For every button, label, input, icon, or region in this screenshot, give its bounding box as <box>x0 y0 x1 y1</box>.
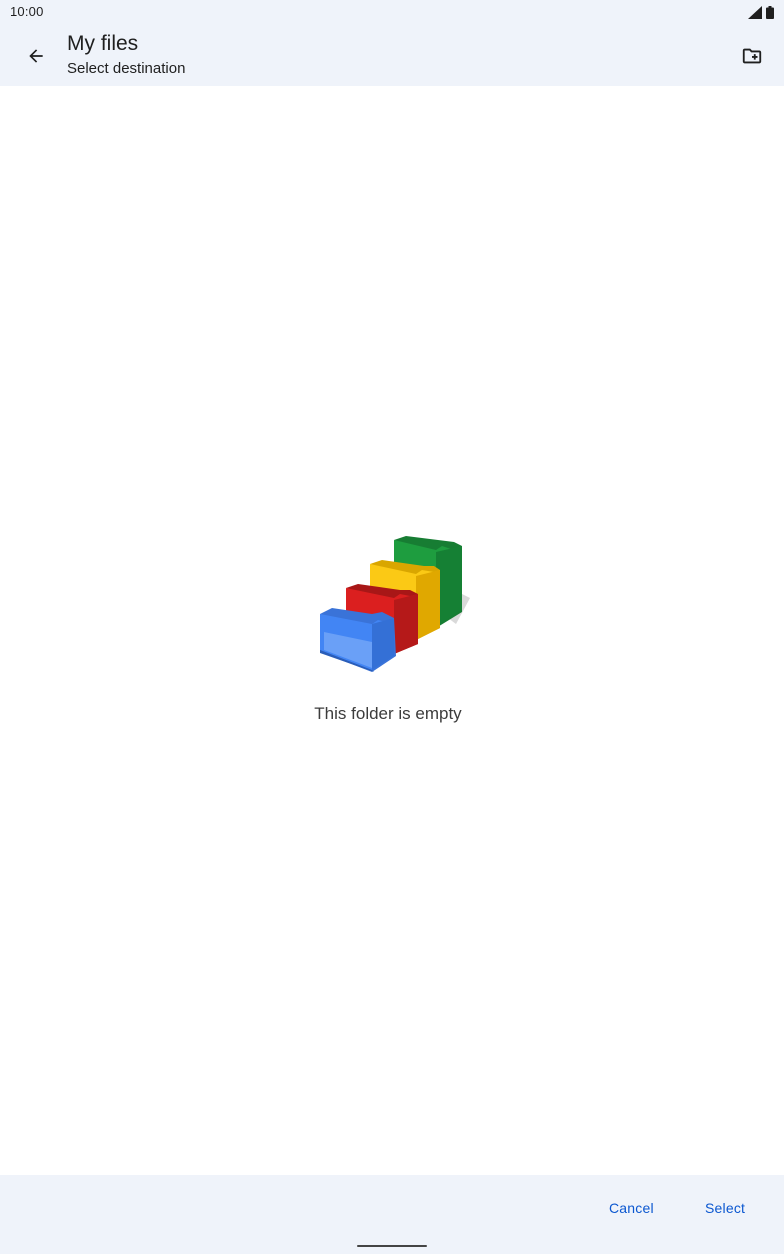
page-subtitle: Select destination <box>67 60 186 77</box>
arrow-back-icon <box>29 49 43 63</box>
status-time: 10:00 <box>10 4 44 19</box>
blue-folder-shape <box>320 608 396 672</box>
status-bar: 10:00 <box>0 0 784 24</box>
signal-icon <box>748 5 762 19</box>
empty-message: This folder is empty <box>314 704 462 723</box>
back-button[interactable] <box>16 36 56 76</box>
battery-icon <box>766 5 774 19</box>
app-bar: My files Select destination <box>0 24 784 86</box>
new-folder-button[interactable] <box>732 36 772 76</box>
bottom-action-bar: Cancel Select <box>0 1175 784 1254</box>
empty-folders-illustration <box>320 536 470 672</box>
gesture-navigation-handle[interactable] <box>357 1245 427 1247</box>
select-button[interactable]: Select <box>705 1193 745 1223</box>
page-title: My files <box>67 32 139 55</box>
cancel-button[interactable]: Cancel <box>609 1193 654 1223</box>
create-new-folder-icon <box>742 48 762 64</box>
status-icons <box>748 5 774 19</box>
